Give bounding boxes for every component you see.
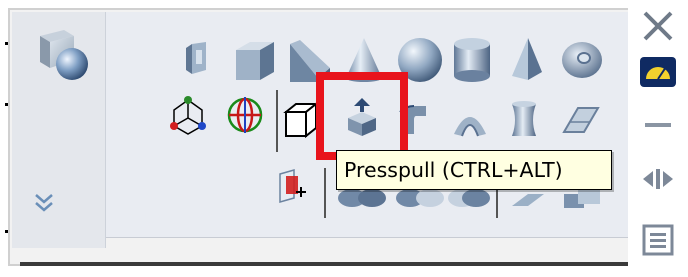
close-icon[interactable] [634,4,682,48]
section-plane-icon[interactable] [272,166,312,206]
ribbon-separator [276,90,278,152]
interfere-icon[interactable] [560,188,604,212]
sweep-icon[interactable] [450,104,490,140]
ucs-icon[interactable] [168,96,208,136]
slice-icon[interactable] [508,188,548,212]
panel-left-column [12,12,106,248]
loft-icon[interactable] [506,100,542,140]
solid-modeling-icon[interactable] [34,26,90,82]
screenshot-root: Presspull (CTRL+ALT) [0,0,688,277]
palette-control-strip [628,0,688,277]
minimize-icon[interactable] [634,110,682,140]
cylinder-icon[interactable] [452,36,492,84]
torus-icon[interactable] [560,40,604,80]
list-icon[interactable] [634,220,682,260]
pyramid-icon[interactable] [508,36,546,82]
box-face-icon[interactable] [184,40,214,78]
tooltip-text: Presspull (CTRL+ALT) [344,158,563,182]
box-icon[interactable] [232,38,276,82]
chevron-double-down-icon[interactable] [32,190,56,214]
presspull-tooltip: Presspull (CTRL+ALT) [336,150,612,190]
planar-surface-icon[interactable] [560,104,600,138]
view-globe-icon[interactable] [224,94,266,136]
properties-meter-icon[interactable] [634,52,682,92]
panel-bottom-border [20,262,636,266]
ribbon-separator [324,168,326,218]
presspull-highlight-box [316,72,408,160]
dock-arrows-icon[interactable] [634,162,682,196]
